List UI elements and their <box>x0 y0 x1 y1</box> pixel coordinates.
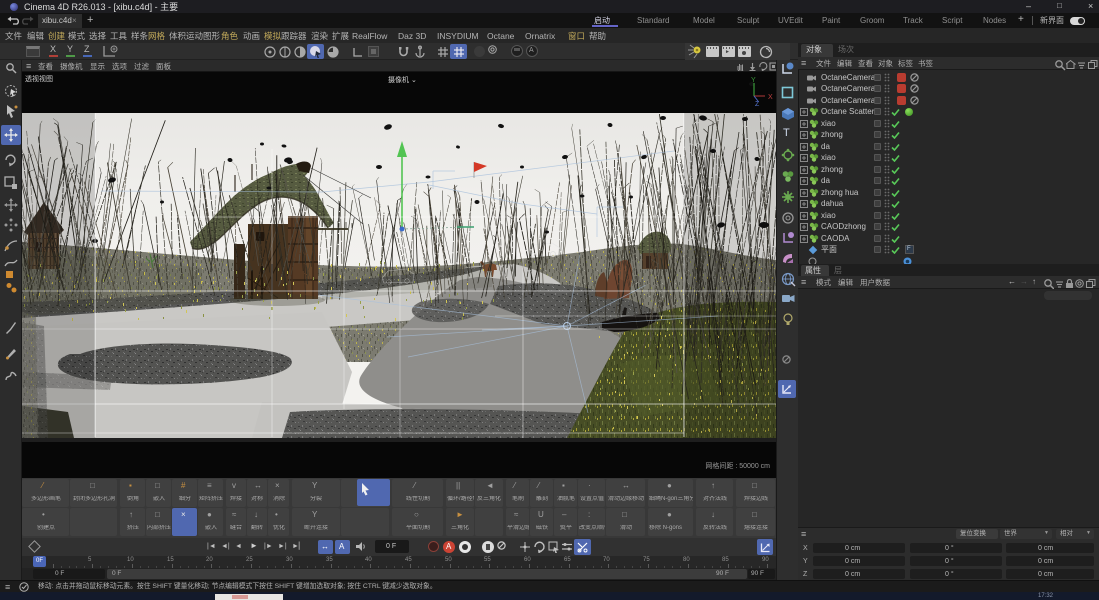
svg-text:网格间距 : 50000 cm: 网格间距 : 50000 cm <box>705 461 770 470</box>
svg-text:Y: Y <box>751 77 756 84</box>
svg-text:Z: Z <box>755 101 760 108</box>
svg-text:X: X <box>768 94 773 101</box>
